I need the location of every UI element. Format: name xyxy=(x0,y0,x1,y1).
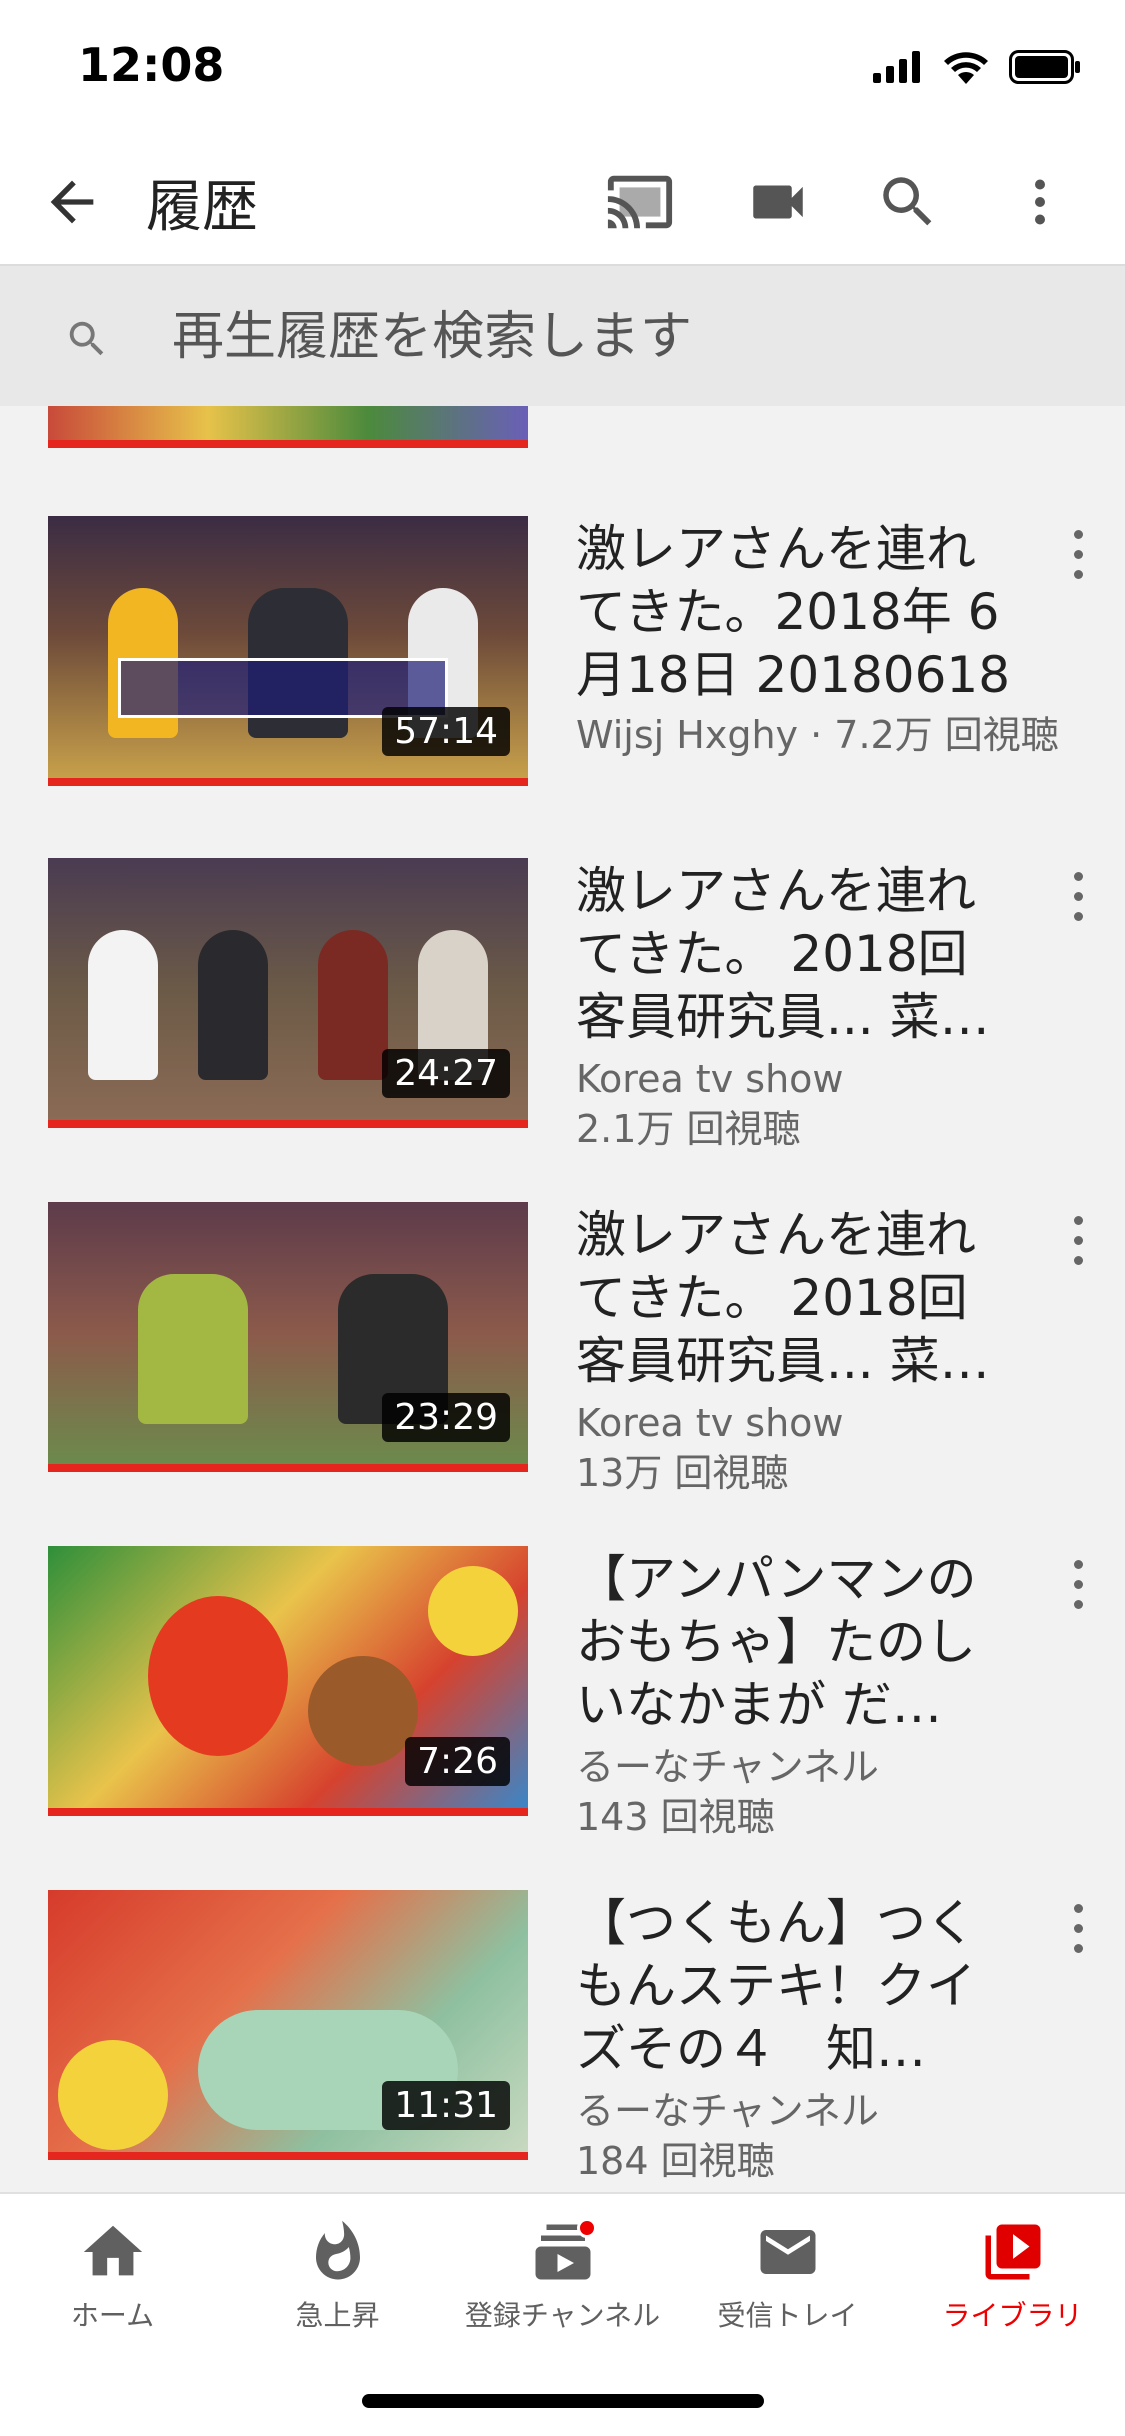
nav-item-trending[interactable]: 急上昇 xyxy=(225,2216,450,2346)
video-meta: Korea tv show 2.1万 回視聴 xyxy=(576,1054,1076,1154)
nav-item-inbox[interactable]: 受信トレイ xyxy=(675,2216,900,2346)
video-list-item[interactable]: 7:26 【アンパンマンのおもちゃ】たのしいなかまが だ… るーなチャンネル 1… xyxy=(0,1546,1125,1846)
video-duration: 11:31 xyxy=(382,2081,510,2130)
battery-icon xyxy=(1009,50,1081,88)
video-title[interactable]: 激レアさんを連れてきた。 2018回 客員研究員... 菜… xyxy=(576,860,1016,1049)
status-time: 12:08 xyxy=(78,38,225,92)
video-meta: Wijsj Hxghy · 7.2万 回視聴 xyxy=(576,710,1076,760)
wifi-icon xyxy=(943,50,989,88)
video-thumbnail[interactable]: 24:27 xyxy=(48,858,528,1128)
history-search-bar xyxy=(0,264,1125,406)
thumbnail-badge-shape xyxy=(58,2040,168,2150)
nav-item-home[interactable]: ホーム xyxy=(0,2216,225,2346)
more-vert-icon[interactable] xyxy=(1060,866,1096,926)
thumbnail-person xyxy=(88,930,158,1080)
home-icon xyxy=(77,2216,149,2288)
nav-item-library[interactable]: ライブラリ xyxy=(900,2216,1125,2346)
video-thumbnail[interactable]: 23:29 xyxy=(48,1202,528,1472)
partial-video-thumbnail[interactable] xyxy=(48,406,528,448)
status-bar: 12:08 xyxy=(0,0,1125,132)
video-channel: るーなチャンネル xyxy=(576,1745,879,1789)
video-channel: Korea tv show xyxy=(576,1057,844,1101)
video-views: 184 回視聴 xyxy=(576,2139,775,2183)
video-views: 13万 回視聴 xyxy=(576,1451,789,1495)
video-meta: Korea tv show 13万 回視聴 xyxy=(576,1398,1076,1498)
more-vert-icon[interactable] xyxy=(1060,1210,1096,1270)
video-channel-views: Wijsj Hxghy · 7.2万 回視聴 xyxy=(576,713,1059,757)
thumbnail-person xyxy=(318,930,388,1080)
thumbnail-toy-shape xyxy=(308,1656,418,1766)
subscriptions-icon xyxy=(527,2216,599,2288)
video-thumbnail[interactable]: 11:31 xyxy=(48,1890,528,2160)
video-list-item[interactable]: 11:31 【つくもん】つくもんステキ！クイズその４ 知… るーなチャンネル 1… xyxy=(0,1890,1125,2190)
video-title[interactable]: 激レアさんを連れてきた。 2018回 客員研究員... 菜… xyxy=(576,1204,1016,1393)
nav-label: ホーム xyxy=(70,2299,155,2332)
nav-label: 急上昇 xyxy=(295,2299,380,2332)
video-title[interactable]: 【アンパンマンのおもちゃ】たのしいなかまが だ… xyxy=(576,1548,1016,1737)
video-list-item[interactable]: 57:14 激レアさんを連れてきた。2018年 6月18日 20180618 W… xyxy=(0,516,1125,816)
video-thumbnail[interactable]: 57:14 xyxy=(48,516,528,786)
thumbnail-person xyxy=(198,930,268,1080)
status-icons xyxy=(873,50,1081,88)
thumbnail-toy-shape xyxy=(148,1596,288,1756)
video-meta: るーなチャンネル 143 回視聴 xyxy=(576,1742,1076,1842)
back-arrow-icon[interactable] xyxy=(40,170,104,234)
library-icon xyxy=(977,2216,1049,2288)
nav-label: 受信トレイ xyxy=(717,2299,858,2332)
cast-icon[interactable] xyxy=(604,166,676,238)
video-channel: Korea tv show xyxy=(576,1401,844,1445)
video-list-item[interactable]: 23:29 激レアさんを連れてきた。 2018回 客員研究員... 菜… Kor… xyxy=(0,1202,1125,1502)
video-title[interactable]: 【つくもん】つくもんステキ！クイズその４ 知… xyxy=(576,1892,1016,2081)
more-vert-icon[interactable] xyxy=(1060,1898,1096,1958)
home-indicator[interactable] xyxy=(362,2394,764,2408)
video-duration: 24:27 xyxy=(382,1049,510,1098)
video-views: 143 回視聴 xyxy=(576,1795,775,1839)
nav-item-subscriptions[interactable]: 登録チャンネル xyxy=(450,2216,675,2346)
more-vert-icon[interactable] xyxy=(1060,1554,1096,1614)
video-views: 2.1万 回視聴 xyxy=(576,1107,801,1151)
inbox-mail-icon xyxy=(752,2216,824,2288)
video-list-item[interactable]: 24:27 激レアさんを連れてきた。 2018回 客員研究員... 菜… Kor… xyxy=(0,858,1125,1158)
video-duration: 23:29 xyxy=(382,1393,510,1442)
search-icon[interactable] xyxy=(872,166,944,238)
app-bar: 履歴 xyxy=(0,132,1125,264)
history-search-input[interactable] xyxy=(172,302,1072,372)
thumbnail-person xyxy=(138,1274,248,1424)
more-vert-icon[interactable] xyxy=(1004,166,1076,238)
video-title[interactable]: 激レアさんを連れてきた。2018年 6月18日 20180618 xyxy=(576,518,1016,707)
nav-label: 登録チャンネル xyxy=(464,2299,661,2332)
video-meta: るーなチャンネル 184 回視聴 xyxy=(576,2086,1076,2186)
video-channel: るーなチャンネル xyxy=(576,2089,879,2133)
video-duration: 57:14 xyxy=(382,707,510,756)
new-content-badge xyxy=(576,2218,597,2238)
trending-flame-icon xyxy=(302,2216,374,2288)
video-thumbnail[interactable]: 7:26 xyxy=(48,1546,528,1816)
more-vert-icon[interactable] xyxy=(1060,524,1096,584)
history-video-list: 57:14 激レアさんを連れてきた。2018年 6月18日 20180618 W… xyxy=(0,406,1125,2192)
search-icon xyxy=(64,316,110,362)
video-duration: 7:26 xyxy=(405,1737,510,1786)
video-camera-icon[interactable] xyxy=(742,166,814,238)
page-title: 履歴 xyxy=(146,175,258,240)
nav-label: ライブラリ xyxy=(942,2299,1083,2332)
cellular-signal-icon xyxy=(873,51,923,87)
thumbnail-toy-shape xyxy=(428,1566,518,1656)
